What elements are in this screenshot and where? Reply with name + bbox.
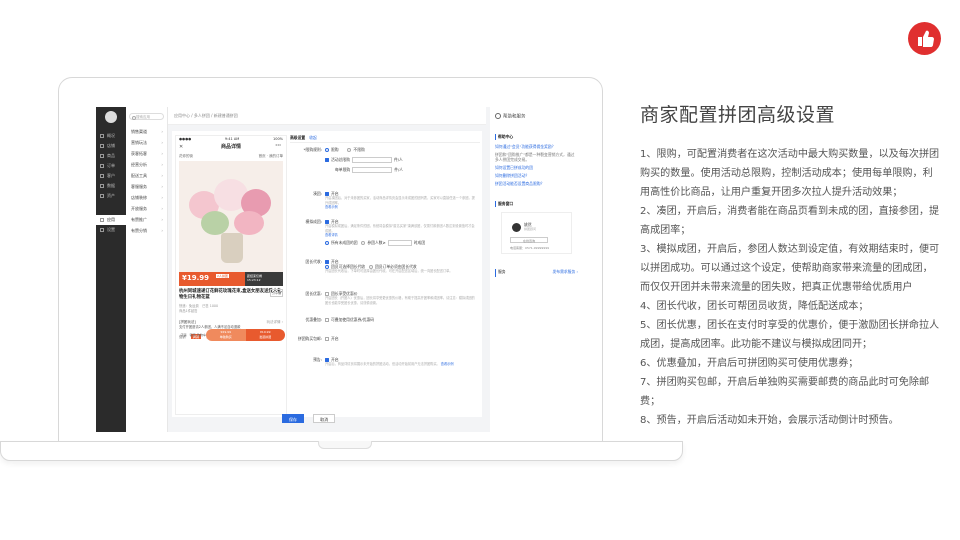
asset-icon — [100, 194, 104, 198]
product-sub-note: 商品1件起售 — [179, 309, 198, 313]
goods-icon — [100, 154, 104, 158]
countdown: 距结束仅剩 15:23:12 — [245, 272, 283, 286]
agent-card: 姚然 拼团顾问 在线咨询 电话客服：0571-99999999 — [501, 211, 572, 254]
point-7: 7、拼团购买包邮，开启后单独购买需要邮费的商品此时可免除邮费； — [640, 377, 930, 407]
subnav-item[interactable]: 获客拓客 — [126, 148, 167, 159]
sub-nav: 搜索应用 销售渠道 营销玩法 获客拓客 经营分析 配送工具 客服服务 店铺装修 … — [126, 107, 168, 432]
slide-text: 商家配置拼团高级设置 1、限购，可配置消费者在这次活动中最大购买数量，以及每次拼… — [640, 100, 940, 430]
share-badge[interactable]: 分享赚 — [269, 289, 283, 297]
flower-shape — [234, 211, 264, 235]
help-title: 帮助和服务 — [495, 113, 578, 120]
slide-title: 商家配置拼团高级设置 — [640, 104, 836, 126]
stack-checkbox[interactable] — [325, 318, 329, 322]
nav-item-data[interactable]: 数据 — [96, 181, 126, 191]
help-link[interactable]: 如何通过"会员"功能获得佣金奖励？ — [495, 144, 578, 149]
app-search-input[interactable]: 搜索应用 — [129, 113, 164, 120]
sim-count-radio[interactable] — [361, 240, 366, 245]
product-image — [179, 161, 283, 272]
customer-icon — [100, 174, 104, 178]
breadcrumb[interactable]: 应用中心 / 多人拼团 / 新建普通拼团 — [168, 107, 486, 125]
settings-icon — [100, 228, 104, 232]
nav-item-apps[interactable]: 应用 — [96, 215, 126, 225]
help-link[interactable]: 如何删除拼团活动？ — [495, 173, 578, 178]
nav-item-orders[interactable]: 订单 — [96, 161, 126, 171]
settings-panel: ●●●● 9:41 AM 100% ✕ 商品详情 ··· 花你的街 首页 · 我的订单 ¥… — [172, 131, 482, 423]
subnav-item[interactable]: 配送工具 — [126, 170, 167, 181]
advanced-settings-form: 高级设置 收起 *限购规则: 限购 不限购 活动总限购 件/人 每单限购 件/人 凑团… — [290, 133, 480, 413]
avatar — [512, 222, 521, 232]
point-2: 2、凑团，开启后，消费者能在商品页看到未成的团，直接参团，提高成团率； — [640, 206, 940, 236]
phone-preview: ●●●● 9:41 AM 100% ✕ 商品详情 ··· 花你的街 首页 · 我的订单 ¥… — [175, 135, 287, 415]
apps-icon — [100, 218, 104, 222]
no-limit-radio[interactable] — [347, 148, 352, 152]
cart-footer-icon[interactable]: 购物车 — [197, 333, 206, 337]
help-text: 拼团和"团购推广"都是一种裂变营销方式，通过多人拼团完成交易。 — [495, 151, 575, 162]
main-nav: 概况 店铺 商品 订单 客户 数据 资产 应用 设置 — [96, 107, 126, 432]
subnav-item[interactable]: 店铺装修 — [126, 192, 167, 203]
main-content: 应用中心 / 多人拼团 / 新建普通拼团 ●●●● 9:41 AM 100% ✕ 商品… — [168, 107, 486, 432]
order-icon — [100, 164, 104, 168]
subnav-item[interactable]: 有赞分销 — [126, 225, 167, 236]
data-icon — [100, 184, 104, 188]
phone-title: ✕ 商品详情 ··· — [179, 141, 281, 152]
start-group-button[interactable]: ¥19.99 发起拼团 — [245, 329, 285, 341]
save-button[interactable]: 保存 — [282, 414, 304, 423]
total-limit-checkbox[interactable] — [325, 158, 329, 162]
total-limit-input[interactable] — [351, 157, 392, 163]
subnav-item[interactable]: 客服服务 — [126, 181, 167, 192]
laptop-notch — [318, 441, 372, 449]
nav-item-assets[interactable]: 资产 — [96, 191, 126, 201]
thumbs-up-logo — [908, 22, 941, 55]
nav-item-shop[interactable]: 店铺 — [96, 141, 126, 151]
nav-item-overview[interactable]: 概况 — [96, 131, 126, 141]
per-order-input[interactable] — [352, 167, 393, 173]
service-footer-icon[interactable]: 客服 — [188, 333, 197, 337]
product-title: 杭州同城速递订花鲜花玫瑰花束,盒送女朋友送爱人礼物生日礼物花篮 分享赚 — [179, 289, 283, 300]
ship-checkbox[interactable] — [325, 337, 329, 341]
overview-icon — [100, 134, 104, 138]
limit-radio[interactable] — [325, 148, 329, 152]
close-icon[interactable]: ✕ — [179, 142, 183, 152]
shop-footer-icon[interactable]: 店铺 — [179, 333, 188, 337]
price-bar: ¥19.99 2人拼团 距结束仅剩 15:23:12 — [179, 272, 283, 286]
point-6: 6、优惠叠加，开启后可拼团购买可使用优惠券； — [640, 358, 859, 369]
nav-item-customers[interactable]: 客户 — [96, 171, 126, 181]
app-logo — [105, 111, 117, 123]
phone-footer: 店铺 客服 购物车 ¥29.99 单独购买 ¥19.99 发起拼团 — [179, 328, 285, 342]
point-1: 1、限购，可配置消费者在这次活动中最大购买数量，以及每次拼团购买的数量。使用活动… — [640, 149, 940, 198]
help-link[interactable]: 拼团活动能否设置商品限购？ — [495, 181, 578, 186]
cancel-button[interactable]: 取消 — [313, 414, 336, 423]
nav-item-settings[interactable]: 设置 — [96, 225, 126, 235]
subnav-item[interactable]: 营销玩法 — [126, 137, 167, 148]
help-panel: 帮助和服务 帮助中心 如何通过"会员"功能获得佣金奖励？ 拼团和"团购推广"都是… — [490, 107, 583, 432]
shop-icon — [100, 144, 104, 148]
subnav-item[interactable]: 经营分析 — [126, 159, 167, 170]
buy-alone-button[interactable]: ¥29.99 单独购买 — [206, 329, 246, 341]
help-link[interactable]: 如何设置已拼成功的团 — [495, 165, 578, 170]
more-icon[interactable]: ··· — [275, 141, 281, 151]
form-header: 高级设置 收起 — [290, 133, 480, 143]
collapse-link[interactable]: 收起 — [309, 135, 317, 140]
service-row: 服务 发布需求服务 › — [495, 268, 578, 277]
point-3: 3、模拟成团，开启后，参团人数达到设定值，有效期结束时，便可以拼团成功。可以通过… — [640, 244, 940, 293]
subnav-item[interactable]: 开放服务 — [126, 203, 167, 214]
leaf-shape — [201, 211, 229, 235]
sim-all-radio[interactable] — [325, 240, 329, 245]
help-center-heading: 帮助中心 — [495, 133, 578, 140]
service-window-heading: 服务窗口 — [495, 200, 578, 207]
subnav-item[interactable]: 销售渠道 — [126, 126, 167, 137]
subnav-item[interactable]: 有赞推广 — [126, 214, 167, 225]
point-8: 8、预告，开启后活动如未开始，会展示活动倒计时预告。 — [640, 415, 899, 426]
form-actions: 保存 取消 — [282, 414, 343, 423]
consult-button[interactable]: 在线咨询 — [510, 236, 548, 243]
nav-item-goods[interactable]: 商品 — [96, 151, 126, 161]
point-4: 4、团长代收，团长可帮团员收货，降低配送成本； — [640, 301, 869, 312]
point-5: 5、团长优惠，团长在支付时享受的优惠价，便于激励团长拼命拉人成团，提高成团率。此… — [640, 320, 940, 350]
vase-shape — [221, 233, 243, 263]
shop-bar: 花你的街 首页 · 我的订单 — [179, 154, 283, 158]
app-screen: 概况 店铺 商品 订单 客户 数据 资产 应用 设置 搜索应用 销售渠道 营销玩… — [96, 107, 583, 432]
sim-count-input[interactable] — [387, 239, 412, 246]
